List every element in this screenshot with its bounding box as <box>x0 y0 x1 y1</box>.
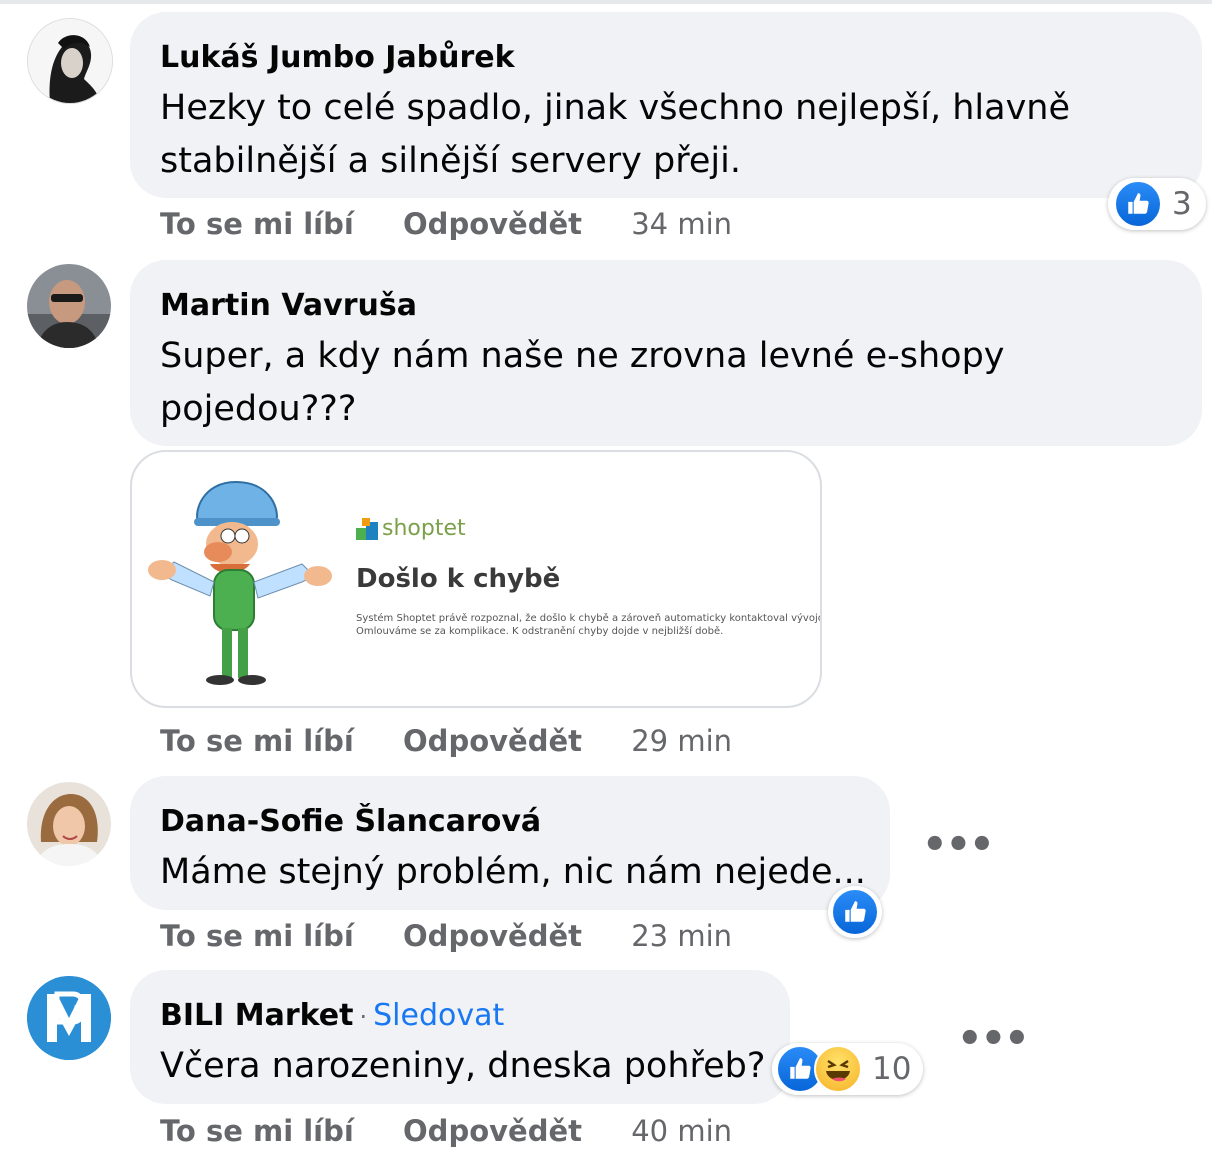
avatar[interactable] <box>27 782 111 866</box>
reaction-summary[interactable] <box>828 886 882 938</box>
error-title: Došlo k chybě <box>356 564 561 594</box>
comment-actions: To se mi líbí Odpovědět 23 min <box>160 919 732 953</box>
like-link[interactable]: To se mi líbí <box>160 919 354 953</box>
top-divider <box>0 0 1212 4</box>
more-icon[interactable]: ••• <box>922 822 995 868</box>
comment-actions: To se mi líbí Odpovědět 40 min <box>160 1114 732 1148</box>
comment-line: Hezky to celé spadlo, jinak všechno nejl… <box>160 88 1071 128</box>
reply-link[interactable]: Odpovědět <box>403 724 582 758</box>
comment-bubble: Lukáš Jumbo Jabůrek Hezky to celé spadlo… <box>130 12 1202 198</box>
avatar[interactable] <box>27 976 111 1060</box>
like-link[interactable]: To se mi líbí <box>160 1114 354 1148</box>
comment-line: stabilnější a silnější servery přeji. <box>160 141 741 181</box>
author-name[interactable]: BILI Market <box>160 998 353 1033</box>
timestamp[interactable]: 34 min <box>631 207 732 241</box>
mascot-illustration <box>148 480 332 685</box>
more-icon[interactable]: ••• <box>957 1016 1030 1062</box>
error-description-line: Omlouváme se za komplikace. K odstranění… <box>356 626 724 637</box>
error-description: Systém Shoptet právě rozpoznal, že došlo… <box>356 612 822 638</box>
comment-actions: To se mi líbí Odpovědět 29 min <box>160 724 732 758</box>
author-name[interactable]: Dana-Sofie Šlancarová <box>160 804 541 839</box>
comment-bubble: Dana-Sofie Šlancarová Máme stejný problé… <box>130 776 890 910</box>
follow-link[interactable]: Sledovat <box>373 998 504 1033</box>
reply-link[interactable]: Odpovědět <box>403 919 582 953</box>
avatar-portrait <box>28 19 112 103</box>
avatar[interactable] <box>27 18 113 104</box>
avatar-portrait <box>27 782 111 866</box>
shoptet-logo: shoptet <box>356 516 466 541</box>
reaction-summary[interactable]: 3 <box>1108 178 1206 230</box>
avatar-portrait <box>27 264 111 348</box>
reply-link[interactable]: Odpovědět <box>403 1114 582 1148</box>
shoptet-logo-mark <box>356 517 378 540</box>
bili-market-logo <box>27 976 111 1060</box>
reaction-count: 10 <box>872 1051 912 1087</box>
timestamp[interactable]: 29 min <box>631 724 732 758</box>
comment-line: Máme stejný problém, nic nám nejede... <box>160 852 866 892</box>
author-name[interactable]: Lukáš Jumbo Jabůrek <box>160 40 515 75</box>
timestamp[interactable]: 23 min <box>631 919 732 953</box>
reaction-count: 3 <box>1172 186 1192 222</box>
like-link[interactable]: To se mi líbí <box>160 724 354 758</box>
avatar[interactable] <box>27 264 111 348</box>
separator-dot: · <box>359 1003 368 1031</box>
shoptet-brand: shoptet <box>382 516 466 541</box>
comment-bubble: BILI Market · Sledovat Včera narozeniny, d… <box>130 970 790 1104</box>
author-name[interactable]: Martin Vavruša <box>160 288 417 323</box>
like-link[interactable]: To se mi líbí <box>160 207 354 241</box>
comment-actions: To se mi líbí Odpovědět 34 min <box>160 207 732 241</box>
comment-text: Máme stejný problém, nic nám nejede... <box>160 846 866 899</box>
comment-text: Hezky to celé spadlo, jinak všechno nejl… <box>160 82 1070 188</box>
comment-line: pojedou??? <box>160 389 357 429</box>
comment-bubble: Martin Vavruša Super, a kdy nám naše ne … <box>130 260 1202 446</box>
comment-text: Včera narozeniny, dneska pohřeb? <box>160 1040 765 1093</box>
comment-line: Super, a kdy nám naše ne zrovna levné e-… <box>160 336 1005 376</box>
like-icon <box>831 888 879 936</box>
error-description-line: Systém Shoptet právě rozpoznal, že došlo… <box>356 613 822 624</box>
comment-text: Super, a kdy nám naše ne zrovna levné e-… <box>160 330 1005 436</box>
attached-image[interactable]: shoptet Došlo k chybě Systém Shoptet prá… <box>130 450 822 708</box>
comment-line: Včera narozeniny, dneska pohřeb? <box>160 1046 766 1086</box>
timestamp[interactable]: 40 min <box>631 1114 732 1148</box>
reply-link[interactable]: Odpovědět <box>403 207 582 241</box>
haha-icon <box>814 1045 862 1093</box>
like-icon <box>1114 180 1162 228</box>
reaction-summary[interactable]: 10 <box>772 1043 924 1095</box>
author-line: BILI Market · Sledovat <box>160 998 504 1033</box>
